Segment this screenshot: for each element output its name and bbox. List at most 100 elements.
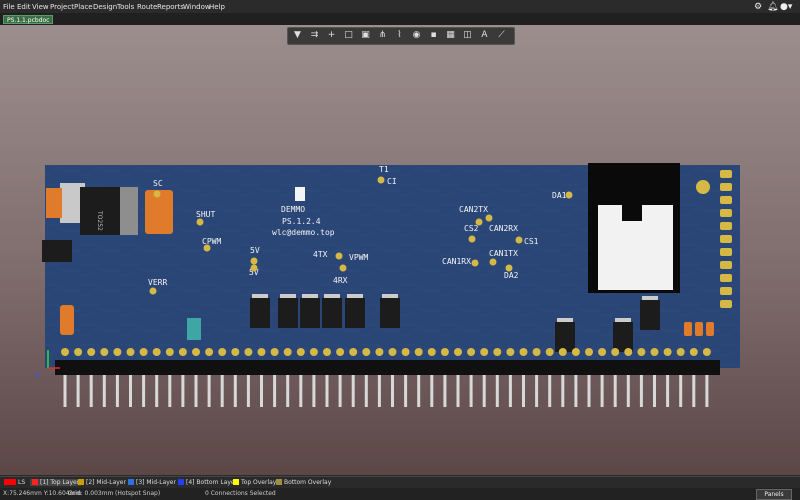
menu-place[interactable]: Place: [74, 3, 93, 11]
header-pin: [443, 375, 447, 407]
header-pin: [548, 375, 552, 407]
menu-project[interactable]: Project: [50, 3, 74, 11]
header-pin: [417, 375, 421, 407]
user-icon[interactable]: ●▾: [780, 2, 792, 12]
header-pin: [220, 375, 224, 407]
layer-top[interactable]: [1] Top Layer: [30, 479, 82, 486]
header-top-pad: [296, 348, 305, 356]
header-pin: [155, 375, 159, 407]
layer-mid1[interactable]: [2] Mid-Layer 1: [78, 479, 132, 486]
gear-icon[interactable]: ⚙: [754, 2, 762, 12]
via-pad: [468, 235, 476, 243]
route-icon[interactable]: ⇉: [309, 30, 320, 41]
menu-tools[interactable]: Tools: [117, 3, 134, 11]
header-pad: [720, 235, 732, 243]
silk-label: CS1: [524, 237, 539, 246]
silk-label: CAN2TX: [459, 205, 488, 214]
silk-label: 4RX: [333, 276, 348, 285]
header-pin: [535, 375, 539, 407]
crosshair-icon[interactable]: +: [326, 30, 337, 41]
header-pin: [482, 375, 486, 407]
header-pin: [351, 375, 355, 407]
connections-selected: 0 Connections Selected: [205, 490, 276, 497]
teal-inductor: [187, 318, 201, 340]
smd-resistor: [684, 322, 692, 336]
layer-ls[interactable]: LS: [4, 479, 25, 486]
header-pin: [142, 375, 146, 407]
left-capacitor: [60, 305, 74, 335]
header-top-pad: [401, 348, 410, 356]
menu-help[interactable]: Help: [209, 3, 225, 11]
via-pad: [335, 252, 343, 260]
mcu-module: [588, 163, 680, 293]
header-pin: [404, 375, 408, 407]
ic-chip: [380, 298, 400, 328]
header-pin: [168, 375, 172, 407]
ic-chip: [345, 298, 365, 328]
layer-bottom-overlay[interactable]: Bottom Overlay: [276, 479, 331, 486]
layer-bottom[interactable]: [4] Bottom Layer: [178, 479, 237, 486]
silk-label: CS2: [464, 224, 479, 233]
header-pin: [561, 375, 565, 407]
polygon-icon[interactable]: ◫: [462, 30, 473, 41]
header-top-pad: [663, 348, 672, 356]
via-pad: [250, 257, 258, 265]
menu-design[interactable]: Design: [93, 3, 117, 11]
menu-window[interactable]: Window: [183, 3, 211, 11]
ic-leads: [324, 294, 340, 298]
menu-file[interactable]: File: [3, 3, 15, 11]
header-pad: [720, 300, 732, 308]
header-pin: [246, 375, 250, 407]
header-pin: [574, 375, 578, 407]
ic-chip: [613, 322, 633, 352]
bell-icon[interactable]: 🔔︎: [767, 2, 778, 12]
header-top-pad: [244, 348, 253, 356]
pcb-canvas[interactable]: TO252 DEMMO PS.1.2.4 wlc@demmo.top SC SHU…: [0, 25, 800, 475]
header-pin: [260, 375, 263, 407]
silk-label: 5V: [250, 246, 260, 255]
menu-bar: File Edit View Project Place Design Tool…: [0, 0, 800, 13]
via-icon[interactable]: ◉: [411, 30, 422, 41]
header-top-pad: [113, 348, 122, 356]
component-icon[interactable]: ▣: [360, 30, 371, 41]
header-pad: [720, 183, 732, 191]
panels-button[interactable]: Panels: [756, 489, 792, 500]
silk-label: VPWM: [349, 253, 368, 262]
menu-view[interactable]: View: [32, 3, 49, 11]
layer-mid2[interactable]: [3] Mid-Layer 2: [128, 479, 182, 486]
menu-route[interactable]: Route: [137, 3, 157, 11]
ic-chip: [300, 298, 320, 328]
via-pad: [565, 191, 573, 199]
header-top-pad: [624, 348, 633, 356]
layer-top-overlay[interactable]: Top Overlay: [233, 479, 276, 486]
via-pad: [196, 218, 204, 226]
pad-icon[interactable]: ▪: [428, 30, 439, 41]
header-pin: [63, 375, 67, 407]
text-icon[interactable]: A: [479, 30, 490, 41]
ic-leads: [347, 294, 363, 298]
ic-leads: [382, 294, 398, 298]
via-pad: [377, 176, 385, 184]
line-icon[interactable]: ⟋: [496, 30, 507, 41]
via-pad: [250, 264, 258, 272]
rect-select-icon[interactable]: □: [343, 30, 354, 41]
filter-icon[interactable]: ▼: [292, 30, 303, 41]
silk-label: DA1: [552, 191, 567, 200]
menu-reports[interactable]: Reports: [157, 3, 184, 11]
header-top-pad: [87, 348, 96, 356]
header-pin: [76, 375, 80, 407]
ic-leads: [557, 318, 573, 322]
document-tab[interactable]: PS.1.1.pcbdoc: [3, 15, 53, 24]
header-pin: [233, 375, 237, 407]
header-top-pad: [270, 348, 279, 356]
bus-icon[interactable]: ⋔: [377, 30, 388, 41]
header-pin: [194, 375, 198, 407]
track-icon[interactable]: ⌇: [394, 30, 405, 41]
header-top-pad: [676, 348, 685, 356]
menu-edit[interactable]: Edit: [17, 3, 31, 11]
fill-icon[interactable]: ▦: [445, 30, 456, 41]
header-pin: [273, 375, 277, 407]
header-top-pad: [231, 348, 240, 356]
via-pad: [505, 264, 513, 272]
ic-chip: [278, 298, 298, 328]
